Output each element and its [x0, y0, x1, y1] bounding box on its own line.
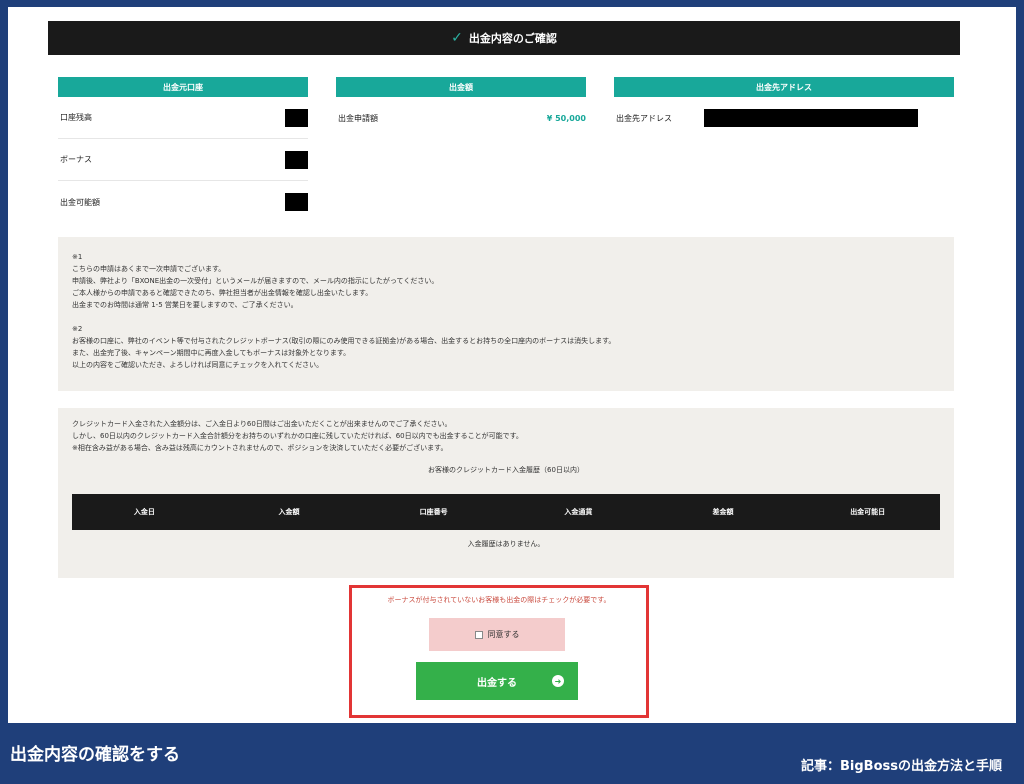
withdraw-button[interactable]: 出金する ➜: [416, 662, 578, 700]
arrow-right-icon: ➜: [552, 675, 564, 687]
balance-redacted: [285, 108, 308, 127]
balance-label: 口座残高: [60, 113, 92, 122]
credit-line: ※相在含み益がある場合、含み益は残高にカウントされませんので、ポジションを決済し…: [72, 444, 448, 452]
note2-mark: ※2: [72, 325, 83, 333]
column-header: 差金額: [712, 508, 734, 516]
agree-label: 同意する: [487, 630, 520, 639]
bonus-redacted: [285, 150, 308, 169]
note1-line: こちらの申請はあくまで一次申請でございます。: [72, 265, 226, 273]
article-credit: 記事：BigBossの出金方法と手順: [801, 759, 1002, 774]
checkmark-icon: ✓: [451, 30, 463, 46]
credit-empty-message: 入金履歴はありません。: [467, 540, 545, 548]
column-header: 出金可能日: [850, 508, 886, 516]
column-header: 入金額: [278, 508, 300, 516]
column-header: 入金日: [133, 508, 155, 516]
credit-line: しかし、60日以内のクレジットカード入金合計額分をお持ちのいずれかの口座に残して…: [72, 432, 523, 440]
amount-panel: 出金額 出金申請額 ¥ 50,000: [336, 77, 586, 139]
credit-line: クレジットカード入金された入金額分は、ご入金日より60日間はご出金いただくことが…: [72, 420, 452, 428]
note1-line: 出金までのお時間は通常 1-5 営業日を要しますので、ご了承ください。: [72, 301, 298, 309]
bonus-label: ボーナス: [60, 155, 92, 164]
destination-heading: 出金先アドレス: [614, 77, 954, 97]
amount-row: 出金申請額 ¥ 50,000: [336, 97, 586, 139]
credit-table-header: 入金日 入金額 口座番号 入金通貨 差金額 出金可能日: [72, 494, 940, 530]
amount-label: 出金申請額: [338, 113, 378, 123]
notes-box: ※1 こちらの申請はあくまで一次申請でございます。 申請後、弊社より「BXONE…: [58, 237, 954, 391]
destination-label: 出金先アドレス: [616, 113, 672, 123]
withdrawable-label: 出金可能額: [60, 197, 100, 207]
source-account-heading: 出金元口座: [58, 77, 308, 97]
withdrawable-redacted: [285, 193, 308, 211]
note2-line: 以上の内容をご確認いただき、よろしければ同意にチェックを入れてください。: [72, 361, 324, 369]
column-header: 入金通貨: [564, 508, 593, 516]
credit-history-title: お客様のクレジットカード入金履歴（60日以内）: [428, 466, 584, 474]
destination-panel: 出金先アドレス 出金先アドレス: [614, 77, 954, 139]
note1-line: ご本人様からの申請であると確認できたのち、弊社担当者が出金情報を確認し出金いたし…: [72, 289, 373, 297]
page-header: ✓ 出金内容のご確認: [48, 21, 960, 55]
withdrawable-row: 出金可能額: [58, 181, 308, 223]
agree-checkbox[interactable]: [474, 630, 483, 639]
page-title: 出金内容のご確認: [468, 32, 557, 45]
destination-redacted: [704, 109, 918, 127]
column-header: 口座番号: [419, 508, 448, 516]
note2-line: お客様の口座に、弊社のイベント等で付与されたクレジットボーナス(取引の際にのみ使…: [72, 337, 616, 345]
amount-heading: 出金額: [336, 77, 586, 97]
bonus-warning: ボーナスが付与されていないお客様も出金の際はチェックが必要です。: [387, 596, 611, 604]
balance-row: 口座残高: [58, 97, 308, 139]
amount-value: ¥ 50,000: [546, 113, 586, 123]
source-account-panel: 出金元口座 口座残高 ボーナス 出金可能額: [58, 77, 308, 223]
withdraw-button-label: 出金する: [477, 677, 517, 689]
note2-line: また、出金完了後、キャンペーン期間中に再度入金してもボーナスは対象外となります。: [72, 349, 351, 357]
bonus-row: ボーナス: [58, 139, 308, 181]
credit-card-box: クレジットカード入金された入金額分は、ご入金日より60日間はご出金いただくことが…: [58, 408, 954, 578]
agree-checkbox-area[interactable]: 同意する: [429, 618, 565, 651]
note1-mark: ※1: [72, 253, 83, 261]
destination-row: 出金先アドレス: [614, 97, 954, 139]
note1-line: 申請後、弊社より「BXONE出金の一次受付」というメールが届きますので、メール内…: [72, 277, 439, 285]
caption: 出金内容の確認をする: [10, 745, 180, 765]
screenshot-frame: ✓ 出金内容のご確認 出金元口座 口座残高 ボーナス 出金可能額 出金額 出金申…: [8, 7, 1016, 723]
